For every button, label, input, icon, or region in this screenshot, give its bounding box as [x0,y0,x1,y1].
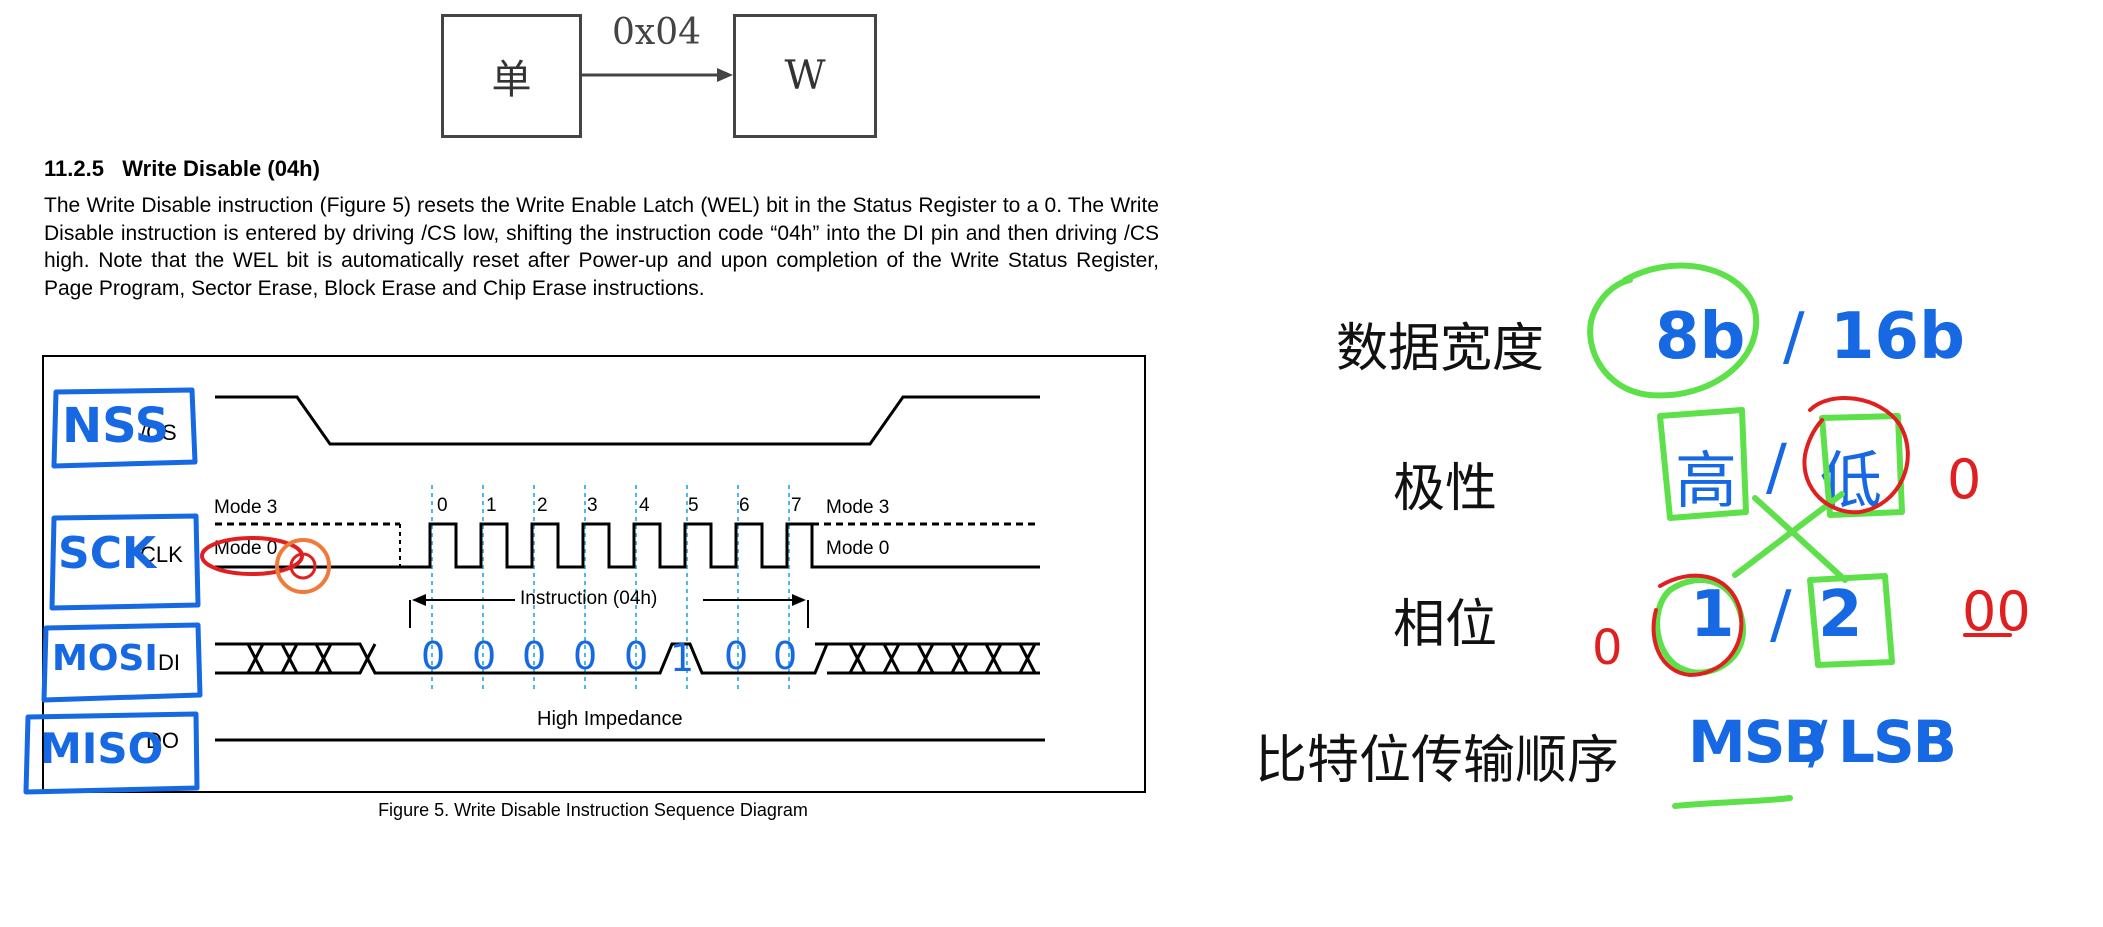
clock-number: 3 [587,495,598,516]
source-box: 单 [441,14,582,138]
note-label-polarity: 极性 [1393,459,1498,519]
handwritten-bit: 0 [724,634,749,678]
clock-number: 5 [688,495,699,516]
clock-number: 7 [791,495,802,516]
cs-waveform [215,395,1040,446]
note-label-data-width: 数据宽度 [1336,319,1545,379]
mode3-right-label: Mode 3 [826,497,890,518]
source-label: 单 [491,57,532,103]
handwritten-bit: 0 [773,634,798,678]
clock-number: 0 [437,495,448,516]
arrow-label: 0x04 [612,12,702,53]
handwritten-bit: 0 [472,634,497,678]
mode0-annotation [200,536,331,594]
mode0-right-label: Mode 0 [826,538,890,559]
high-impedance-label: High Impedance [537,708,683,730]
clock-number: 1 [486,495,497,516]
handwritten-mosi: MOSI [52,638,158,679]
target-box: W [733,14,877,138]
handwritten-bit: 0 [624,634,649,678]
handwritten-sck: SCK [58,528,157,579]
clock-number: 6 [739,495,750,516]
handwritten-bit: 0 [522,634,547,678]
handwritten-miso: MISO [40,724,164,773]
handwritten-nss: NSS [62,398,170,454]
instruction-label: Instruction (04h) [520,588,658,609]
target-label: W [784,53,826,99]
mode3-left-label: Mode 3 [214,497,278,518]
clock-number: 4 [639,495,650,516]
handwritten-bit: 0 [421,634,446,678]
clock-number: 2 [537,495,548,516]
handwritten-bit: 1 [670,636,695,680]
figure-caption: Figure 5. Write Disable Instruction Sequ… [378,800,808,820]
flow-arrow [582,68,733,82]
handwritten-bit: 0 [573,634,598,678]
notes-annotations [1587,262,2012,809]
note-label-phase: 相位 [1393,595,1498,655]
